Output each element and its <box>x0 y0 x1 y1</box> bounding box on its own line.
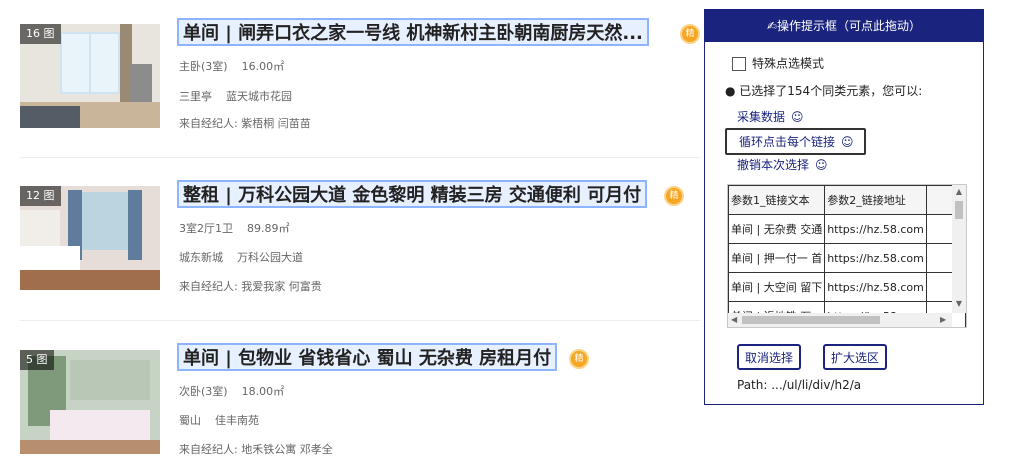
room-area: 18.00㎡ <box>241 385 285 398</box>
collect-data-label: 采集数据 <box>737 110 786 124</box>
listing-title[interactable]: 单间 | 包物业 省钱省心 蜀山 无杂费 房租月付 <box>177 343 558 371</box>
expand-selection-button[interactable]: 扩大选区 <box>823 344 888 370</box>
listing-photo[interactable]: 16 图 <box>20 24 160 128</box>
loop-click-label: 循环点击每个链接 <box>739 135 836 149</box>
scroll-right-icon[interactable]: ▶ <box>940 313 946 327</box>
selection-status-text: ● 已选择了154个同类元素，您可以: <box>725 84 923 98</box>
featured-badge-icon: 精 <box>680 24 700 44</box>
table-cell: 单间 | 无杂费 交通 <box>728 214 826 244</box>
listing-divider <box>20 320 700 321</box>
table-cell: 单间 | 大空间 留下 <box>728 272 826 302</box>
listing-title[interactable]: 单间 | 闸弄口衣之家一号线 机神新村主卧朝南厨房天然... <box>177 18 649 46</box>
cancel-selection-button[interactable]: 取消选择 <box>737 344 802 370</box>
vertical-scrollbar[interactable]: ▲ ▼ <box>952 185 966 313</box>
listing-divider <box>20 157 700 158</box>
horizontal-scroll-thumb[interactable] <box>742 316 880 324</box>
listing-location: 城东新城 万科公园大道 <box>179 249 303 265</box>
scroll-up-icon[interactable]: ▲ <box>952 187 966 196</box>
listing-specs: 主卧(3室) 16.00㎡ <box>179 58 284 74</box>
undo-selection-label: 撤销本次选择 <box>737 158 810 172</box>
column-header: 参数1_链接文本 <box>728 185 826 215</box>
smile-icon: ☺ <box>815 158 828 172</box>
listing-location: 三里亭 蓝天城市花园 <box>179 88 292 104</box>
room-type: 3室2厅1卫 <box>179 222 233 235</box>
photo-count-badge: 5 图 <box>20 350 54 370</box>
room-area: 16.00㎡ <box>241 60 285 73</box>
table-row: 单间 | 押一付一 首 https://hz.58.com <box>728 243 966 273</box>
featured-badge-icon: 精 <box>569 349 589 369</box>
community-link[interactable]: 佳丰南苑 <box>215 414 259 427</box>
vertical-scroll-thumb[interactable] <box>955 201 963 219</box>
listing-agent: 来自经纪人: 紫梧桐 闫苗苗 <box>179 117 311 130</box>
operation-tips-panel: ✍操作提示框（可点此拖动） 特殊点选模式 ● 已选择了154个同类元素，您可以:… <box>704 9 984 405</box>
table-cell: https://hz.58.com <box>824 243 927 273</box>
special-mode-checkbox[interactable] <box>732 56 746 71</box>
parameter-table: 参数1_链接文本 参数2_链接地址 单间 | 无杂费 交通 https://hz… <box>728 185 966 327</box>
smile-icon: ☺ <box>841 135 854 149</box>
panel-drag-header[interactable]: ✍操作提示框（可点此拖动） <box>705 10 983 42</box>
scroll-left-icon[interactable]: ◀ <box>731 313 737 327</box>
listing-photo[interactable]: 12 图 <box>20 186 160 290</box>
district-link[interactable]: 三里亭 <box>179 90 212 103</box>
district-link[interactable]: 蜀山 <box>179 414 201 427</box>
listing-photo[interactable]: 5 图 <box>20 350 160 454</box>
listing-agent: 来自经纪人: 我爱我家 何富贵 <box>179 280 322 293</box>
community-link[interactable]: 万科公园大道 <box>237 251 303 264</box>
listing-title[interactable]: 整租 | 万科公园大道 金色黎明 精装三房 交通便利 可月付 <box>177 180 648 208</box>
special-mode-toggle[interactable]: 特殊点选模式 <box>732 56 825 71</box>
photo-count-badge: 16 图 <box>20 24 61 44</box>
listing-agent: 来自经纪人: 地禾铁公寓 邓孝全 <box>179 443 333 456</box>
room-type: 次卧(3室) <box>179 385 228 398</box>
district-link[interactable]: 城东新城 <box>179 251 223 264</box>
room-area: 89.89㎡ <box>247 222 290 235</box>
special-mode-label: 特殊点选模式 <box>752 56 825 71</box>
table-cell: https://hz.58.com <box>824 214 927 244</box>
undo-selection-link[interactable]: 撤销本次选择 ☺ <box>737 156 828 173</box>
table-row: 单间 | 大空间 留下 https://hz.58.com <box>728 272 966 302</box>
table-row: 单间 | 无杂费 交通 https://hz.58.com <box>728 214 966 244</box>
listing-specs: 3室2厅1卫 89.89㎡ <box>179 220 290 236</box>
community-link[interactable]: 蓝天城市花园 <box>226 90 292 103</box>
table-header-row: 参数1_链接文本 参数2_链接地址 <box>728 185 966 215</box>
column-header: 参数2_链接地址 <box>824 185 927 215</box>
horizontal-scrollbar[interactable]: ◀ ▶ <box>728 313 952 327</box>
listing-location: 蜀山 佳丰南苑 <box>179 412 259 428</box>
table-cell: 单间 | 押一付一 首 <box>728 243 826 273</box>
parameter-preview-table[interactable]: 参数1_链接文本 参数2_链接地址 单间 | 无杂费 交通 https://hz… <box>727 184 967 328</box>
table-cell: https://hz.58.com <box>824 272 927 302</box>
collect-data-link[interactable]: 采集数据 ☺ <box>737 108 804 125</box>
loop-click-links-link[interactable]: 循环点击每个链接 ☺ <box>725 128 866 155</box>
smile-icon: ☺ <box>791 110 804 124</box>
featured-badge-icon: 精 <box>664 186 684 206</box>
room-type: 主卧(3室) <box>179 60 228 73</box>
listing-specs: 次卧(3室) 18.00㎡ <box>179 383 284 399</box>
scroll-down-icon[interactable]: ▼ <box>952 299 966 308</box>
photo-count-badge: 12 图 <box>20 186 61 206</box>
xpath-display: Path: .../ul/li/div/h2/a <box>737 378 862 392</box>
